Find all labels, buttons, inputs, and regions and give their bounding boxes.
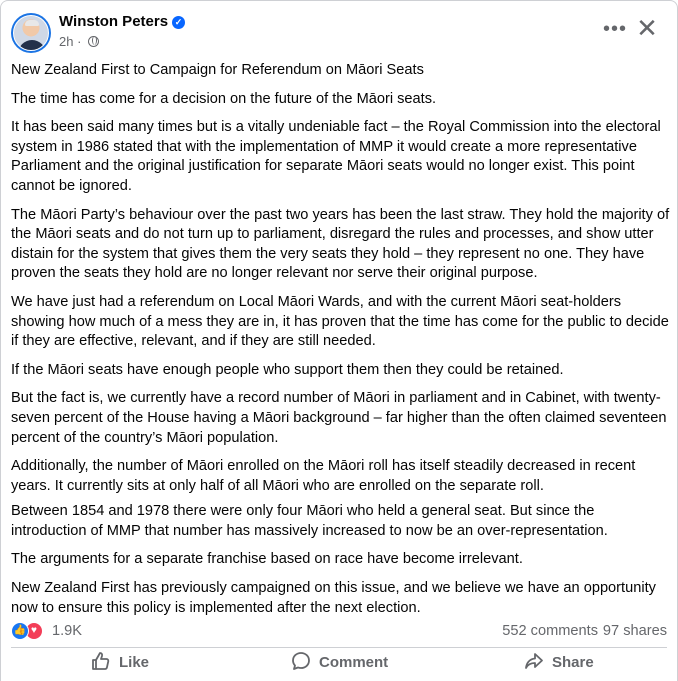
reaction-count: 1.9K: [52, 623, 83, 639]
post-time[interactable]: 2h: [59, 34, 73, 49]
post-paragraph: But the fact is, we currently have a rec…: [11, 390, 667, 446]
close-icon[interactable]: ✕: [633, 15, 661, 43]
action-bar: Like Comment Share: [11, 649, 667, 679]
share-button[interactable]: Share: [524, 649, 594, 679]
post-card: Winston Peters ✓ 2h · ••• ✕ New Zealand F…: [0, 0, 678, 681]
like-button[interactable]: Like: [91, 649, 149, 679]
shares-count[interactable]: 97 shares: [603, 623, 667, 639]
divider: [11, 647, 667, 648]
post-paragraph: The arguments for a separate franchise b…: [11, 551, 523, 568]
profile-photo: [13, 15, 49, 51]
post-stats: 👍 ♥ 1.9K 552 comments 97 shares: [11, 622, 667, 642]
post-paragraph: The Māori Party’s behaviour over the pas…: [11, 206, 670, 282]
like-reaction-icon: 👍: [11, 622, 29, 640]
author-name-row: Winston Peters ✓: [59, 13, 186, 30]
share-label: Share: [552, 654, 594, 671]
post-paragraph: It has been said many times but is a vit…: [11, 119, 661, 194]
more-options-icon[interactable]: •••: [603, 19, 627, 39]
post-paragraph: If the Māori seats have enough people wh…: [11, 361, 564, 378]
post-paragraph: New Zealand First has previously campaig…: [11, 580, 656, 616]
like-label: Like: [119, 654, 150, 671]
post-paragraph: New Zealand First to Campaign for Refere…: [11, 62, 424, 78]
post-paragraph: We have just had a referendum on Local M…: [11, 293, 669, 350]
post-paragraph: Additionally, the number of Māori enroll…: [11, 458, 636, 494]
avatar[interactable]: [11, 13, 51, 53]
comment-label: Comment: [319, 654, 389, 671]
comments-count[interactable]: 552 comments: [502, 623, 598, 639]
post-paragraph: Between 1854 and 1978 there were only fo…: [11, 503, 608, 539]
post-paragraph: The time has come for a decision on the …: [11, 90, 437, 107]
post-body: New Zealand First to Campaign for Refere…: [11, 61, 671, 627]
post-meta: 2h ·: [59, 34, 100, 49]
post-header: Winston Peters ✓ 2h · ••• ✕: [11, 11, 667, 55]
verified-badge-icon: ✓: [172, 16, 186, 29]
author-name[interactable]: Winston Peters: [59, 13, 168, 30]
thumbs-up-icon: [92, 652, 110, 670]
share-icon: [525, 653, 543, 669]
globe-icon[interactable]: [88, 36, 100, 47]
comment-button[interactable]: Comment: [291, 649, 388, 679]
comment-icon: [292, 652, 310, 670]
